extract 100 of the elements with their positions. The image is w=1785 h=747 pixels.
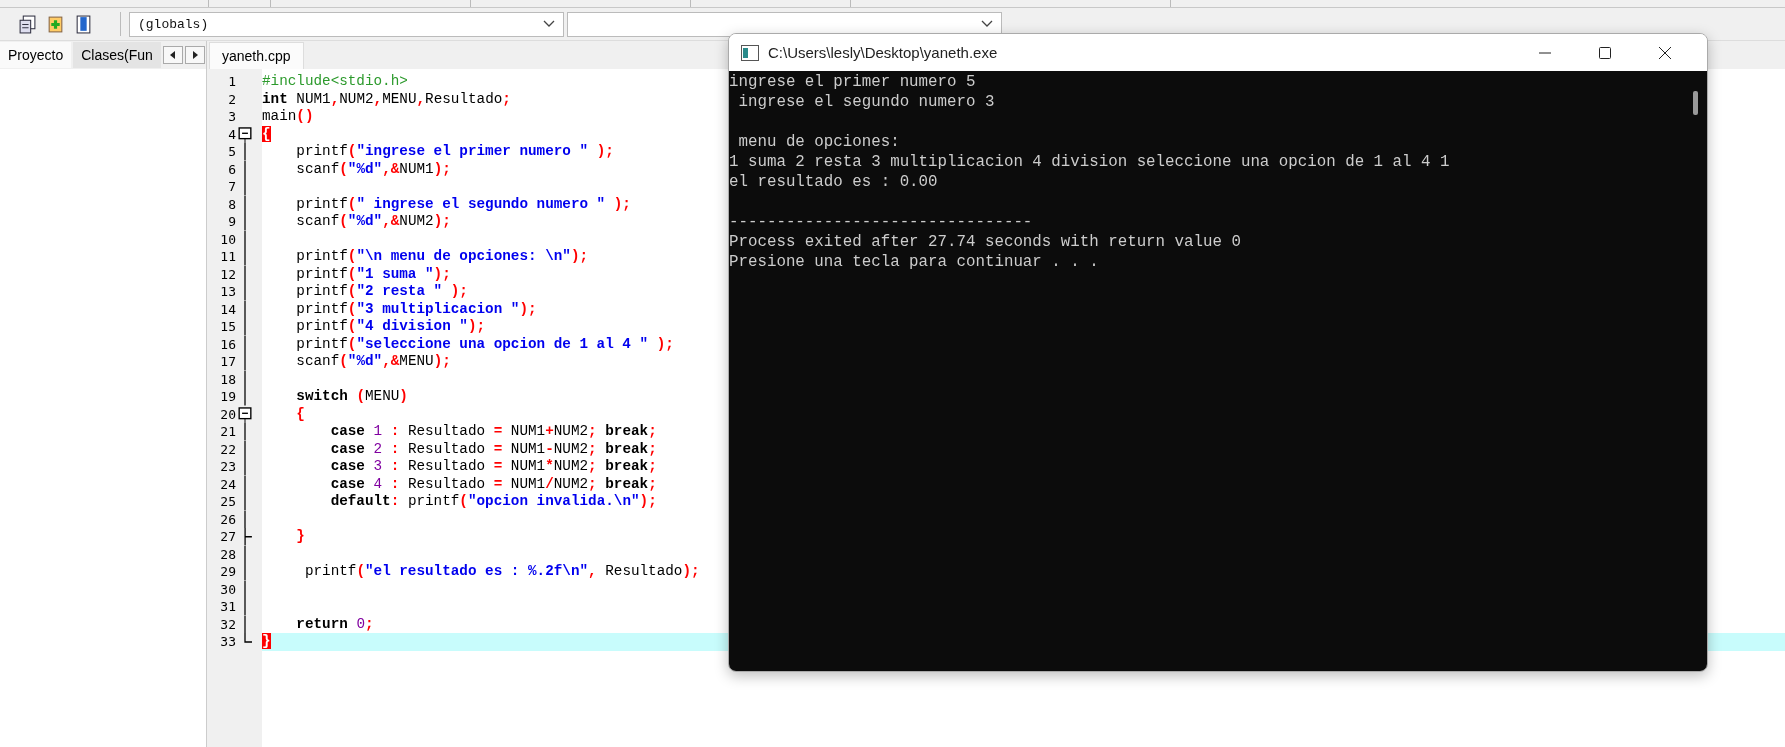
code-text: scanf (295, 213, 340, 229)
line-number: 14 (219, 301, 236, 317)
console-output-line: Process exited after 27.74 seconds with return value 0 (729, 232, 1242, 252)
line-number: 28 (219, 546, 236, 562)
number-literal: 3 (372, 458, 383, 474)
code-symbol: } (295, 528, 305, 544)
code-symbol: , (330, 90, 340, 107)
collapse-icon[interactable] (237, 405, 253, 423)
line-number: 20 (219, 406, 236, 422)
code-symbol: ); (612, 195, 631, 212)
line-number: 25 (219, 494, 236, 510)
matched-brace: } (262, 633, 271, 649)
code-keyword: break (604, 423, 649, 439)
code-symbol: , (373, 90, 383, 107)
line-number: 2 (227, 91, 236, 107)
code-symbol: = (493, 458, 503, 474)
panel-tab[interactable]: Proyecto (0, 42, 72, 68)
code-text: printf (295, 300, 348, 317)
code-symbol: ; (648, 440, 657, 457)
line-number: 7 (227, 179, 236, 195)
line-number: 12 (219, 266, 236, 282)
code-text: NUM1 (509, 440, 546, 457)
scrollbar-thumb[interactable] (1693, 91, 1698, 115)
code-text: printf (303, 563, 357, 579)
copy-file-icon[interactable] (18, 14, 37, 34)
string-literal: " ingrese el segundo numero " (356, 195, 606, 212)
string-literal: "4 division " (356, 318, 468, 334)
code-text: NUM1 (509, 458, 546, 474)
code-symbol: ( (339, 160, 348, 177)
fold-end-marker (244, 633, 252, 643)
close-icon[interactable] (1658, 45, 1672, 60)
code-symbol: , (416, 90, 426, 107)
code-symbol: / (545, 475, 554, 492)
code-keyword: return (295, 615, 348, 632)
code-text: NUM2 (553, 458, 589, 474)
code-symbol: ); (433, 213, 451, 229)
code-keyword: break (604, 458, 649, 474)
panel-tab[interactable]: Clases(Fun (73, 42, 161, 68)
string-literal: "2 resta " (356, 283, 443, 299)
line-number: 3 (227, 109, 236, 125)
line-number: 10 (219, 231, 236, 247)
code-text: MENU (399, 353, 434, 369)
string-literal: "%d" (347, 353, 383, 369)
code-symbol: ; (502, 90, 511, 107)
line-number: 6 (227, 161, 236, 177)
code-symbol: = (493, 440, 503, 457)
add-file-icon[interactable] (46, 14, 65, 34)
code-symbol: ); (467, 318, 486, 334)
code-keyword: default (329, 493, 391, 509)
number-literal: 2 (372, 440, 383, 457)
code-keyword: break (604, 440, 649, 457)
code-symbol: : (390, 493, 400, 509)
code-symbol: ( (347, 195, 357, 212)
code-keyword: case (329, 440, 365, 457)
console-output-line: -------------------------------- (729, 212, 1034, 232)
file-tab[interactable]: yaneth.cpp (209, 42, 304, 69)
scope-dropdown[interactable]: (globals) (129, 11, 564, 37)
code-text: printf (295, 283, 348, 299)
code-symbol: ( (356, 563, 365, 579)
code-symbol: ; (588, 475, 597, 492)
string-literal: "opcion invalida.\n" (467, 493, 640, 509)
code-symbol: = (493, 423, 503, 439)
code-symbol: ); (682, 563, 700, 579)
code-keyword: switch (295, 388, 349, 404)
code-symbol: ( (459, 493, 468, 509)
code-keyword: case (329, 423, 365, 439)
line-number: 30 (219, 581, 236, 597)
maximize-icon[interactable] (1598, 45, 1612, 60)
console-output-line: menu de opciones: (737, 132, 901, 152)
bookmark-icon[interactable] (74, 14, 93, 34)
code-symbol: ); (639, 493, 657, 509)
code-text: NUM1 (509, 475, 546, 492)
code-symbol: , (588, 563, 597, 579)
code-symbol: ( (347, 248, 357, 264)
collapse-icon[interactable] (237, 125, 253, 143)
code-text: NUM2 (553, 423, 589, 439)
line-number: 13 (219, 284, 236, 300)
line-number: 5 (227, 144, 236, 160)
code-symbol: ); (570, 248, 589, 264)
scroll-right-icon[interactable] (184, 46, 205, 64)
code-text: NUM1 (399, 160, 434, 177)
code-symbol: ( (347, 265, 357, 282)
code-text: printf (295, 143, 348, 159)
string-literal: "seleccione una opcion de 1 al 4 " (356, 335, 649, 352)
line-number: 31 (219, 599, 236, 615)
code-text: NUM1 (295, 90, 331, 107)
line-number: 17 (219, 354, 236, 370)
code-symbol: ; (588, 458, 597, 474)
code-keyword: break (604, 475, 649, 492)
scroll-left-icon[interactable] (162, 46, 183, 64)
string-literal: "el resultado es : %.2f\n" (364, 563, 589, 579)
code-symbol: ; (648, 458, 657, 474)
code-symbol: { (295, 405, 305, 422)
code-text: printf (295, 265, 348, 282)
code-symbol: ( (347, 300, 357, 317)
matched-brace: { (262, 125, 271, 142)
console-output-line: el resultado es : 0.00 (729, 172, 939, 192)
line-number: 9 (227, 214, 236, 230)
code-symbol: : (389, 440, 400, 457)
code-symbol: ( (339, 213, 348, 229)
